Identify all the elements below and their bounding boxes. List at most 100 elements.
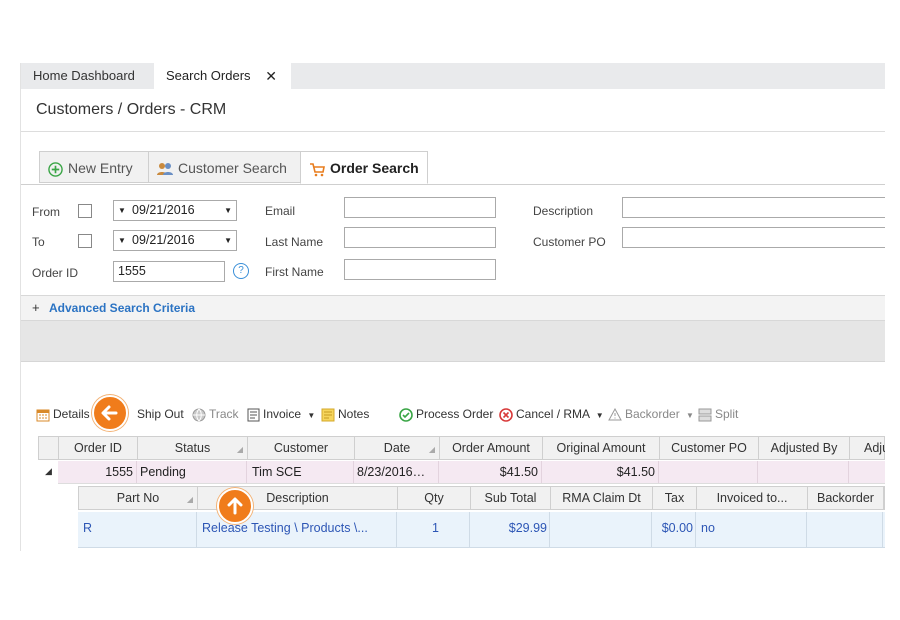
- chevron-down-icon[interactable]: ▼: [224, 201, 232, 220]
- from-checkbox[interactable]: [78, 204, 92, 218]
- column-header-adjusted-by[interactable]: Adjusted By: [759, 437, 850, 460]
- header-spacer: [39, 437, 59, 460]
- adjusted-by-cell: [758, 461, 849, 483]
- close-icon[interactable]: ✕: [265, 63, 277, 89]
- caret-down-icon: ▼: [118, 236, 126, 245]
- expand-icon[interactable]: +: [32, 300, 40, 315]
- details-button[interactable]: Details: [36, 406, 90, 422]
- table-row[interactable]: R Release Testing \ Products \... 1 $29.…: [78, 512, 885, 548]
- calendar-icon: [36, 409, 50, 422]
- tax-cell: $0.00: [652, 512, 696, 547]
- detail-grid-header: Part No ◢ Description Qty Sub Total RMA C…: [78, 486, 885, 510]
- column-header-original-amount[interactable]: Original Amount: [543, 437, 660, 460]
- column-header-invoiced-to[interactable]: Invoiced to...: [697, 487, 808, 510]
- order-id-cell: 1555: [58, 461, 137, 483]
- customer-cell: Tim SCE: [247, 461, 354, 483]
- cancel-rma-button[interactable]: Cancel / RMA ▼: [499, 406, 604, 422]
- arrow-left-icon: [101, 405, 118, 421]
- to-label: To: [32, 235, 45, 249]
- date-cell: 8/23/2016…: [354, 461, 439, 483]
- table-row[interactable]: 1555 Pending Tim SCE 8/23/2016… $41.50 $…: [58, 461, 885, 484]
- divider: [21, 184, 885, 185]
- tab-order-search[interactable]: Order Search: [300, 151, 428, 184]
- column-header-date[interactable]: Date ◢: [355, 437, 440, 460]
- last-name-label: Last Name: [265, 235, 324, 249]
- tab-customer-search[interactable]: Customer Search: [148, 151, 301, 183]
- column-header-customer-po[interactable]: Customer PO: [660, 437, 759, 460]
- to-checkbox[interactable]: [78, 234, 92, 248]
- process-icon: [399, 408, 413, 422]
- from-date-value: 09/21/2016: [132, 203, 195, 217]
- page-title: Customers / Orders - CRM: [36, 101, 227, 118]
- callout-badge: [92, 395, 128, 431]
- column-header-backorder[interactable]: Backorder: [808, 487, 884, 510]
- collapse-row-icon[interactable]: ◢: [45, 466, 52, 477]
- tab-home-dashboard[interactable]: Home Dashboard: [21, 63, 165, 89]
- column-header-status[interactable]: Status ◢: [138, 437, 248, 460]
- track-label: Track: [209, 407, 239, 421]
- to-date-picker[interactable]: ▼ 09/21/2016 ▼: [113, 230, 237, 251]
- advanced-search-bar[interactable]: + Advanced Search Criteria: [21, 295, 885, 321]
- advanced-search-link[interactable]: Advanced Search Criteria: [49, 301, 195, 315]
- chevron-down-icon: ▼: [686, 411, 694, 420]
- column-header-order-amount[interactable]: Order Amount: [440, 437, 543, 460]
- users-icon: [157, 163, 173, 176]
- sub-total-cell: $29.99: [470, 512, 550, 547]
- details-label: Details: [53, 407, 90, 421]
- help-icon[interactable]: ?: [233, 263, 249, 279]
- column-header-sub-total[interactable]: Sub Total: [471, 487, 551, 510]
- email-label: Email: [265, 204, 296, 218]
- split-button[interactable]: Split: [698, 406, 738, 422]
- plus-circle-icon: [48, 162, 63, 177]
- header-label: Part No: [116, 491, 160, 505]
- globe-icon: [192, 408, 206, 422]
- tab-label: Customer Search: [178, 160, 287, 176]
- order-id-label: Order ID: [32, 266, 79, 280]
- status-cell: Pending: [137, 461, 247, 483]
- divider: [21, 131, 885, 132]
- description-label: Description: [533, 204, 594, 218]
- cancel-rma-label: Cancel / RMA: [516, 407, 590, 421]
- order-id-input[interactable]: 1555: [113, 261, 225, 282]
- column-header-adjusted[interactable]: Adju: [850, 437, 885, 460]
- ship-out-button[interactable]: Ship Out: [122, 406, 184, 422]
- description-input[interactable]: [622, 197, 885, 218]
- warning-icon: [608, 408, 622, 421]
- backorder-button[interactable]: Backorder ▼: [608, 406, 694, 422]
- from-date-picker[interactable]: ▼ 09/21/2016 ▼: [113, 200, 237, 221]
- column-header-tax[interactable]: Tax: [653, 487, 697, 510]
- process-order-button[interactable]: Process Order: [399, 406, 493, 422]
- column-header-rma-claim-dt[interactable]: RMA Claim Dt: [551, 487, 653, 510]
- invoice-label: Invoice: [263, 407, 302, 421]
- first-name-input[interactable]: [344, 259, 496, 280]
- original-amount-cell: $41.50: [542, 461, 659, 483]
- email-input[interactable]: [344, 197, 496, 218]
- chevron-down-icon: ▼: [595, 411, 604, 420]
- to-date-value: 09/21/2016: [132, 233, 195, 247]
- invoice-button[interactable]: Invoice ▼: [247, 406, 315, 422]
- last-name-input[interactable]: [344, 227, 496, 248]
- notes-button[interactable]: Notes: [321, 406, 369, 422]
- from-label: From: [32, 205, 60, 219]
- search-actions-bar: [21, 321, 885, 362]
- caret-down-icon: ▼: [118, 206, 126, 215]
- qty-cell: 1: [397, 512, 470, 547]
- tab-search-orders[interactable]: Search Orders ✕: [154, 63, 291, 90]
- tab-new-entry[interactable]: New Entry: [39, 151, 149, 183]
- sort-icon: ◢: [186, 495, 193, 504]
- backorder-label: Backorder: [625, 407, 680, 421]
- column-header-customer[interactable]: Customer: [248, 437, 355, 460]
- invoiced-to-cell: no: [696, 512, 807, 547]
- sort-icon: ◢: [236, 445, 243, 454]
- column-header-part-no[interactable]: Part No ◢: [79, 487, 198, 510]
- track-button[interactable]: Track: [192, 406, 239, 422]
- cancel-icon: [499, 408, 513, 422]
- backorder-cell: [807, 512, 883, 547]
- chevron-down-icon[interactable]: ▼: [224, 231, 232, 250]
- header-label: Status: [174, 441, 211, 455]
- customer-po-input[interactable]: [622, 227, 885, 248]
- sort-icon: ◢: [428, 445, 435, 454]
- column-header-qty[interactable]: Qty: [398, 487, 471, 510]
- column-header-order-id[interactable]: Order ID: [59, 437, 138, 460]
- split-icon: [698, 408, 712, 422]
